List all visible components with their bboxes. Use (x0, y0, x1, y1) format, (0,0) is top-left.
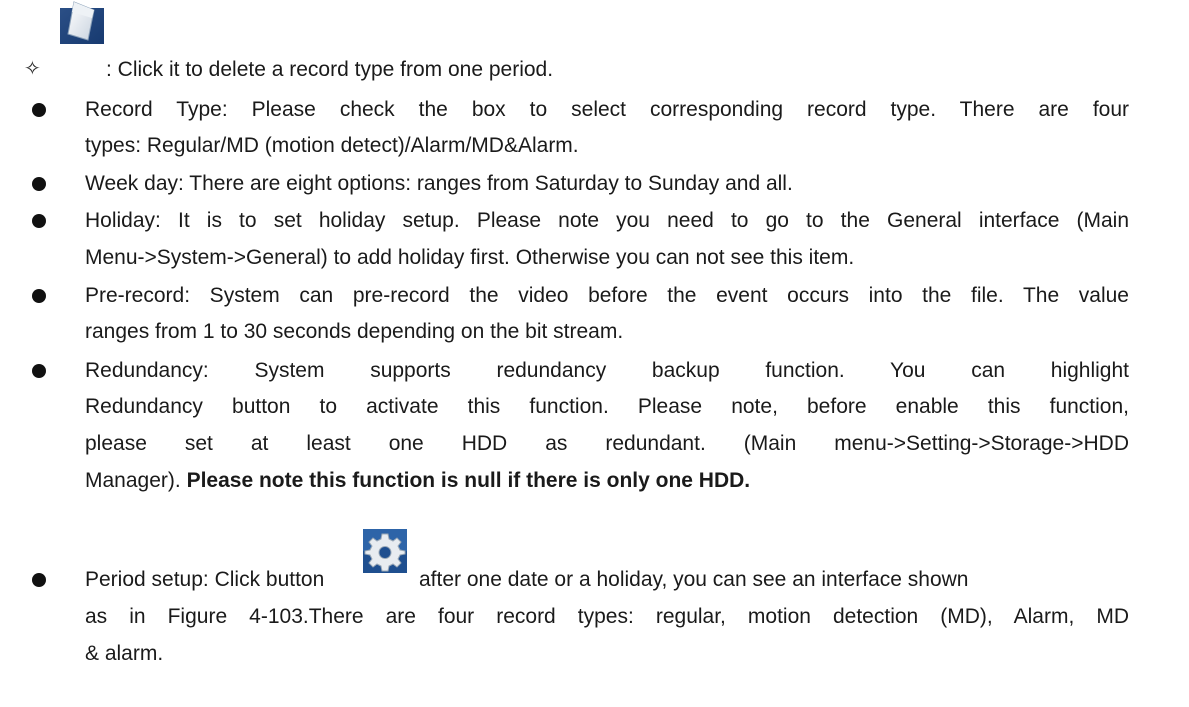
period-setup-line-1-after: after one date or a holiday, you can see… (419, 568, 969, 591)
holiday-line-1: Holiday: It is to set holiday setup. Ple… (85, 209, 1129, 232)
delete-type-text: : Click it to delete a record type from … (106, 58, 554, 81)
pre-record-line-2: ranges from 1 to 30 seconds depending on… (85, 320, 624, 343)
record-type-line-2: types: Regular/MD (motion detect)/Alarm/… (85, 134, 579, 157)
redundancy-line-1: Redundancy: System supports redundancy b… (85, 359, 1129, 382)
redundancy-line-4: Manager). Please note this function is n… (85, 467, 750, 495)
bullet-icon (32, 289, 46, 303)
redundancy-line-4-normal: Manager). (85, 469, 181, 492)
bullet-icon (32, 177, 46, 191)
gear-icon (363, 529, 407, 573)
diamond-bullet-icon: ✧ (24, 56, 41, 80)
redundancy-line-3: please set at least one HDD as redundant… (85, 432, 1129, 455)
period-setup-line-2: as in Figure 4-103.There are four record… (85, 605, 1129, 628)
holiday-line-2: Menu->System->General) to add holiday fi… (85, 246, 855, 269)
redundancy-null-note: Please note this function is null if the… (186, 469, 751, 492)
bullet-icon (32, 364, 46, 378)
eraser-icon (60, 1, 104, 44)
bullet-icon (32, 214, 46, 228)
record-type-line-1: Record Type: Please check the box to sel… (85, 98, 1129, 121)
period-setup-line-3: & alarm. (85, 642, 164, 665)
bullet-icon (32, 103, 46, 117)
pre-record-line-1: Pre-record: System can pre-record the vi… (85, 284, 1129, 307)
redundancy-line-2: Redundancy button to activate this funct… (85, 395, 1129, 418)
bullet-icon (32, 573, 46, 587)
period-setup-line-1-before: Period setup: Click button (85, 568, 325, 591)
week-day-line-1: Week day: There are eight options: range… (85, 172, 793, 195)
